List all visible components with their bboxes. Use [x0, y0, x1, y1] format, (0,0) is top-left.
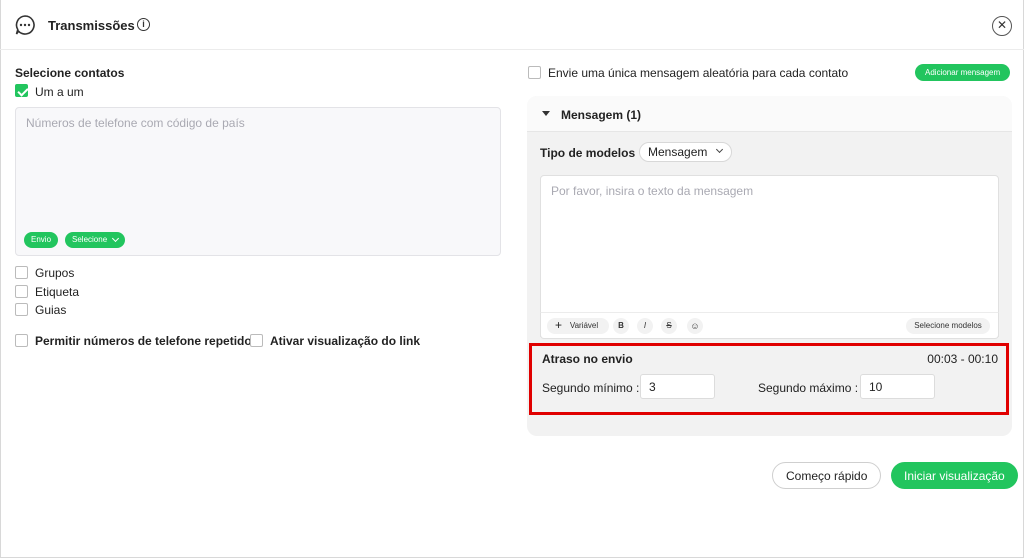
- dialog-title: Transmissões: [48, 18, 135, 33]
- max-seconds-label: Segundo máximo :: [758, 381, 859, 395]
- tag-label: Etiqueta: [35, 285, 80, 299]
- chevron-down-icon: [112, 234, 120, 243]
- close-icon[interactable]: ✕: [992, 16, 1012, 36]
- groups-label: Grupos: [35, 266, 75, 280]
- add-message-button[interactable]: Adicionar mensagem: [915, 64, 1011, 81]
- select-contacts-label: Selecione contatos: [15, 66, 125, 80]
- message-panel-title: Mensagem (1): [561, 108, 642, 122]
- phone-numbers-placeholder: Números de telefone com código de país: [26, 116, 245, 130]
- info-icon[interactable]: i: [137, 18, 150, 31]
- template-type-label: Tipo de modelos: [540, 146, 636, 160]
- caret-down-icon: [542, 111, 550, 116]
- max-seconds-input[interactable]: [860, 374, 935, 399]
- emoji-icon[interactable]: ☺: [687, 318, 703, 334]
- tag-checkbox[interactable]: [15, 285, 28, 298]
- select-pill-label: Selecione: [72, 235, 108, 244]
- random-message-label: Envie uma única mensagem aleatória para …: [548, 66, 849, 80]
- link-preview-checkbox[interactable]: [250, 334, 263, 347]
- send-delay-title: Atraso no envio: [542, 352, 633, 366]
- allow-repeated-numbers-checkbox[interactable]: [15, 334, 28, 347]
- tabs-label: Guias: [35, 303, 67, 317]
- random-message-checkbox[interactable]: [528, 66, 541, 79]
- phone-numbers-input[interactable]: Números de telefone com código de país E…: [15, 107, 501, 256]
- message-toolbar: + Variável B I S ☺ Selecione modelos: [540, 312, 999, 339]
- min-seconds-input[interactable]: [640, 374, 715, 399]
- tabs-checkbox[interactable]: [15, 303, 28, 316]
- insert-variable-button[interactable]: + Variável: [547, 318, 609, 334]
- message-panel-header[interactable]: Mensagem (1): [527, 96, 1012, 132]
- insert-variable-label: Variável: [569, 321, 599, 330]
- one-by-one-checkbox[interactable]: [15, 84, 28, 97]
- strikethrough-button[interactable]: S: [661, 318, 677, 334]
- one-by-one-label: Um a um: [35, 85, 84, 99]
- send-pill-button[interactable]: Envio: [24, 232, 59, 248]
- quick-start-button[interactable]: Começo rápido: [772, 462, 882, 489]
- link-preview-label: Ativar visualização do link: [270, 334, 421, 348]
- bold-button[interactable]: B: [613, 318, 629, 334]
- send-delay-range: 00:03 - 00:10: [927, 352, 998, 366]
- allow-repeated-numbers-label: Permitir números de telefone repetidos: [35, 334, 259, 348]
- start-preview-button[interactable]: Iniciar visualização: [891, 462, 1018, 489]
- select-templates-button[interactable]: Selecione modelos: [906, 318, 990, 334]
- groups-checkbox[interactable]: [15, 266, 28, 279]
- chevron-down-icon: [716, 145, 724, 154]
- template-type-value: Mensagem: [648, 145, 708, 159]
- select-pill-button[interactable]: Selecione: [65, 232, 126, 248]
- message-text-placeholder: Por favor, insira o texto da mensagem: [551, 184, 754, 198]
- plus-icon: +: [555, 318, 563, 332]
- template-type-select[interactable]: Mensagem: [639, 142, 733, 162]
- send-delay-section: Atraso no envio 00:03 - 00:10 Segundo mí…: [529, 343, 1009, 415]
- chat-bubble-icon: [15, 15, 35, 35]
- dialog-header: Transmissões i ✕: [0, 0, 1024, 50]
- italic-button[interactable]: I: [637, 318, 653, 334]
- min-seconds-label: Segundo mínimo :: [542, 381, 640, 395]
